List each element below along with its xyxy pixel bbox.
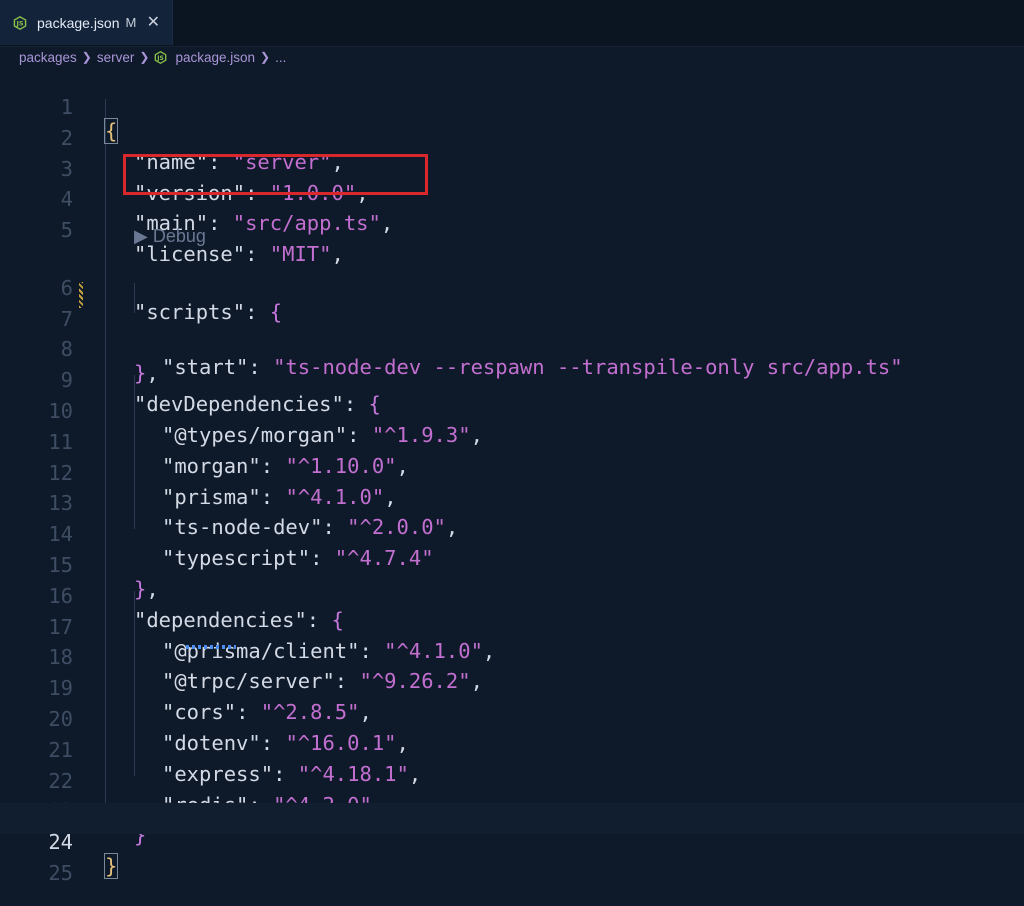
breadcrumb-packages[interactable]: packages	[19, 50, 77, 65]
code-line: 17 "@prisma/client": "^4.1.0",	[0, 588, 1024, 663]
line-number: 25	[48, 861, 73, 885]
code-line: 8 },	[0, 310, 1024, 385]
code-line: 9 "devDependencies": {	[0, 341, 1024, 416]
code-line: 11 "morgan": "^1.10.0",	[0, 403, 1024, 478]
nodejs-icon: JS	[13, 15, 27, 30]
code-line: 7 "start": "ts-node-dev --respawn --tran…	[0, 280, 1024, 379]
code-line: 19 "cors": "^2.8.5",	[0, 649, 1024, 724]
code-line: 6 "scripts": {	[0, 249, 1024, 324]
chevron-right-icon: ❯	[260, 50, 271, 64]
code-line: 20 "dotenv": "^16.0.1",	[0, 680, 1024, 755]
svg-text:JS: JS	[157, 54, 165, 61]
code-line: 15 },	[0, 526, 1024, 601]
code-line: 2 "name": "server",	[0, 99, 1024, 174]
svg-text:JS: JS	[15, 19, 23, 27]
git-modified-indicator	[79, 281, 83, 308]
code-line: 25	[0, 834, 1024, 885]
breadcrumb-ellipsis[interactable]: ...	[275, 50, 286, 65]
code-line: 13 "ts-node-dev": "^2.0.0",	[0, 464, 1024, 539]
breadcrumb-server[interactable]: server	[97, 50, 135, 65]
debug-codelens[interactable]: ▶ Debug	[134, 221, 206, 251]
chevron-right-icon: ❯	[139, 50, 150, 64]
editor-tab-bar: JS package.json M ✕	[0, 0, 1024, 47]
line-number: 5	[60, 218, 73, 243]
annotation-highlight-box	[123, 154, 428, 195]
tab-label: package.json	[37, 14, 120, 31]
code-line: 5 "license": "MIT",	[0, 191, 1024, 266]
chevron-right-icon: ❯	[81, 50, 92, 64]
nodejs-icon: JS	[154, 50, 167, 64]
code-line: 12 "prisma": "^4.1.0",	[0, 434, 1024, 509]
breadcrumb-package-json[interactable]: package.json	[175, 50, 255, 65]
close-icon[interactable]: ✕	[147, 14, 160, 31]
code-line: 10 "@types/morgan": "^1.9.3",	[0, 372, 1024, 447]
tab-package-json[interactable]: JS package.json M ✕	[0, 0, 173, 45]
code-line: 18 "@trpc/server": "^9.26.2",	[0, 618, 1024, 693]
code-line: 21 "express": "^4.18.1",	[0, 711, 1024, 786]
code-line: 14 "typescript": "^4.7.4"	[0, 495, 1024, 570]
code-line: 1 {	[0, 68, 1024, 144]
code-line: 23 }	[0, 772, 1024, 847]
code-line: 22 "redis": "^4.2.0"	[0, 742, 1024, 817]
breadcrumb: packages ❯ server ❯ JS package.json ❯ ..…	[0, 46, 1024, 68]
code-line: 16 "dependencies": {	[0, 557, 1024, 632]
modified-badge: M	[125, 15, 137, 30]
code-line-current: 24 }	[0, 803, 1024, 880]
